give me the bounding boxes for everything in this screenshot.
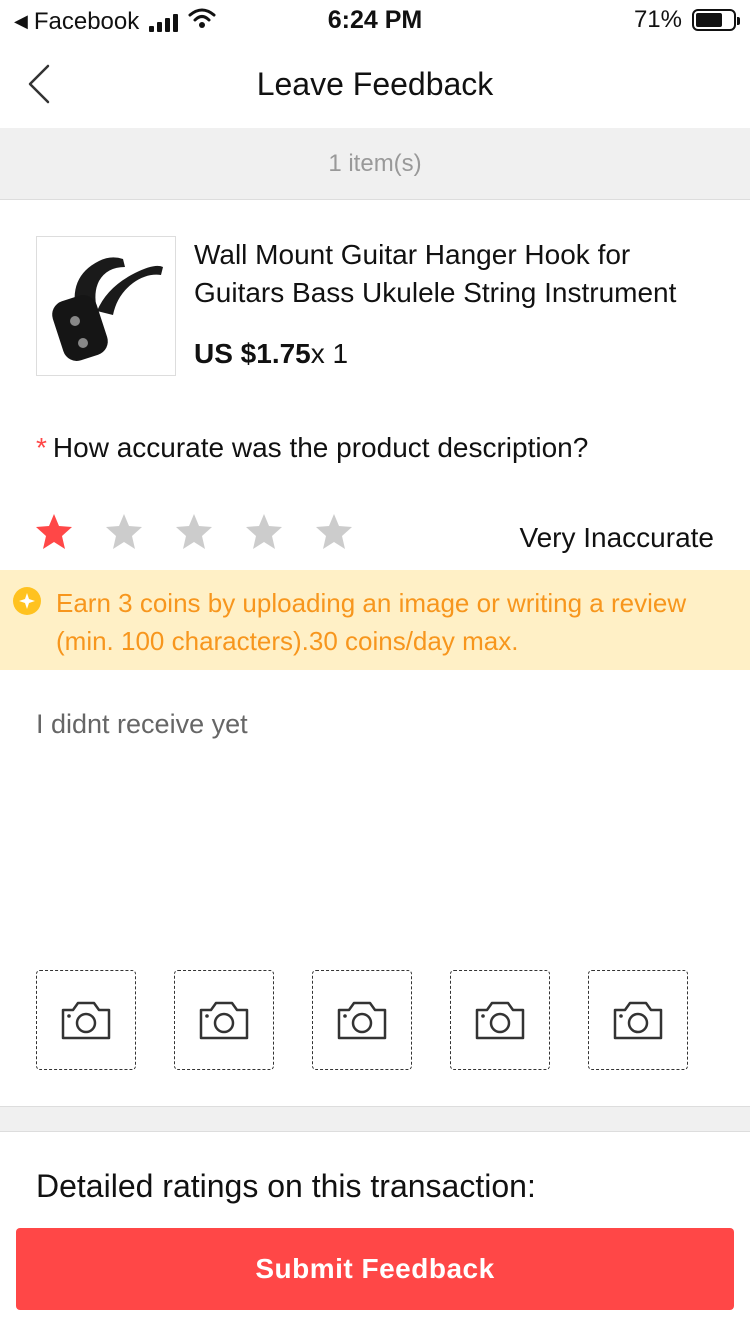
accuracy-question: * How accurate was the product descriptio… — [36, 432, 588, 464]
section-divider — [0, 1106, 750, 1132]
product-title[interactable]: Wall Mount Guitar Hanger Hook for Guitar… — [194, 236, 724, 312]
coin-icon — [13, 587, 41, 615]
status-bar: ◀ Facebook 6:24 PM 71% — [0, 0, 750, 42]
guitar-hanger-image — [52, 257, 163, 361]
product-image — [36, 236, 176, 376]
camera-icon — [475, 1001, 525, 1040]
photo-upload-slot[interactable] — [174, 970, 274, 1070]
page-title: Leave Feedback — [256, 66, 494, 102]
camera-icon — [61, 1001, 111, 1040]
photo-upload-slot[interactable] — [588, 970, 688, 1070]
required-mark: * — [36, 432, 47, 463]
price-amount: US $1.75 — [194, 338, 311, 369]
star-5-icon[interactable] — [314, 512, 354, 552]
detailed-ratings-heading: Detailed ratings on this transaction: — [36, 1168, 536, 1204]
coins-banner: Earn 3 coins by uploading an image or wr… — [0, 570, 750, 670]
photo-upload-row — [36, 970, 688, 1070]
star-rating — [34, 512, 354, 552]
nav-bar: Leave Feedback — [0, 42, 750, 128]
star-4-icon[interactable] — [244, 512, 284, 552]
coins-banner-text: Earn 3 coins by uploading an image or wr… — [56, 588, 687, 656]
rating-label: Very Inaccurate — [519, 522, 714, 553]
photo-upload-slot[interactable] — [312, 970, 412, 1070]
camera-icon — [613, 1001, 663, 1040]
battery-status: 71% — [633, 6, 740, 34]
camera-icon — [199, 1001, 249, 1040]
star-2-icon[interactable] — [104, 512, 144, 552]
product-price: US $1.75x 1 — [194, 338, 348, 370]
product-quantity: x 1 — [310, 338, 349, 369]
review-textarea[interactable]: I didnt receive yet — [36, 704, 716, 934]
leave-feedback-screen: ◀ Facebook 6:24 PM 71% Leave Feedback 1 … — [0, 0, 750, 1334]
camera-icon — [337, 1001, 387, 1040]
photo-upload-slot[interactable] — [450, 970, 550, 1070]
battery-percent: 71% — [633, 6, 682, 33]
star-1-icon[interactable] — [34, 512, 74, 552]
submit-feedback-button[interactable]: Submit Feedback — [16, 1228, 734, 1310]
star-3-icon[interactable] — [174, 512, 214, 552]
battery-cap — [737, 17, 740, 25]
battery-icon — [692, 9, 740, 31]
items-count: 1 item(s) — [0, 128, 750, 200]
bottom-bar: Submit Feedback — [0, 1204, 750, 1334]
photo-upload-slot[interactable] — [36, 970, 136, 1070]
battery-fill — [696, 13, 722, 27]
question-text: How accurate was the product description… — [52, 432, 589, 463]
